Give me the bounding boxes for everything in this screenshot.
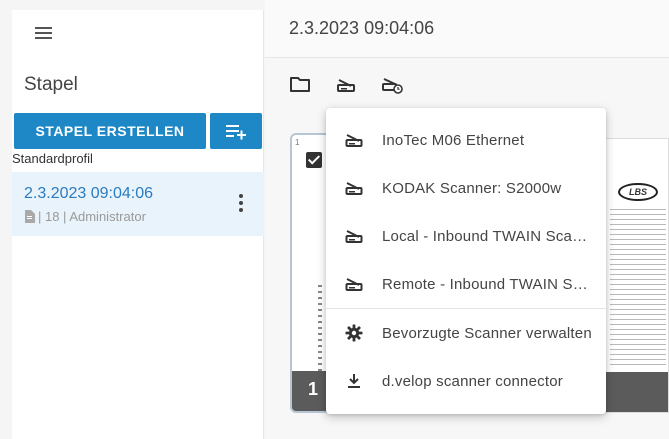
scanner-icon [345, 275, 363, 293]
scanner-icon [345, 227, 363, 245]
menu-item-label: Bevorzugte Scanner verwalten [382, 324, 592, 342]
download-icon [345, 372, 363, 390]
menu-item-label: Remote - Inbound TWAIN Scanner [382, 275, 594, 293]
document-icon [25, 210, 35, 223]
hamburger-icon[interactable] [33, 22, 55, 44]
scanner-icon [345, 179, 363, 197]
thumbnail-checkbox[interactable] [306, 152, 322, 168]
menu-item-scanner-kodak[interactable]: KODAK Scanner: S2000w [326, 164, 606, 212]
create-stack-button[interactable]: STAPEL ERSTELLEN [14, 113, 206, 149]
scanner-icon[interactable] [335, 74, 357, 94]
scanner-dropdown-menu: InoTec M06 Ethernet KODAK Scanner: S2000… [326, 108, 606, 414]
menu-item-scanner-inotec[interactable]: InoTec M06 Ethernet [326, 116, 606, 164]
profile-label: Standardprofil [12, 151, 93, 166]
scanner-clock-icon[interactable] [381, 74, 403, 94]
toolbar [289, 74, 403, 94]
app-window: Stapel STAPEL ERSTELLEN Standardprofil 2… [0, 0, 669, 439]
more-vert-icon[interactable] [238, 194, 244, 214]
menu-item-scanner-connector[interactable]: d.velop scanner connector [326, 357, 606, 405]
stack-meta: | 18 | Administrator [24, 209, 146, 224]
stack-meta-text: | 18 | Administrator [38, 209, 146, 224]
menu-item-label: d.velop scanner connector [382, 372, 563, 390]
gear-icon [345, 324, 363, 342]
sidebar-title: Stapel [24, 74, 78, 95]
menu-item-scanner-remote-twain[interactable]: Remote - Inbound TWAIN Scanner [326, 260, 606, 308]
thumbnail-content [610, 209, 666, 369]
thumbnail-content [318, 285, 322, 385]
menu-item-scanner-local-twain[interactable]: Local - Inbound TWAIN Scanner [326, 212, 606, 260]
thumbnail-index-small: 1 [295, 138, 300, 147]
thumbnail-footer [606, 372, 668, 412]
sidebar: Stapel STAPEL ERSTELLEN Standardprofil 2… [12, 10, 264, 439]
menu-item-manage-scanners[interactable]: Bevorzugte Scanner verwalten [326, 309, 606, 357]
thumbnail-number: 1 [308, 379, 319, 399]
playlist-add-icon[interactable] [210, 113, 262, 149]
menu-item-label: Local - Inbound TWAIN Scanner [382, 227, 594, 245]
stack-date: 2.3.2023 09:04:06 [24, 185, 154, 202]
page-title: 2.3.2023 09:04:06 [289, 18, 435, 38]
main-header: 2.3.2023 09:04:06 [265, 0, 669, 58]
menu-item-label: KODAK Scanner: S2000w [382, 179, 562, 197]
scanner-icon [345, 131, 363, 149]
page-thumbnail[interactable]: LBS [605, 138, 669, 413]
menu-item-label: InoTec M06 Ethernet [382, 131, 525, 149]
folder-icon[interactable] [289, 74, 311, 94]
stack-list-item[interactable]: 2.3.2023 09:04:06 | 18 | Administrator [12, 172, 264, 236]
document-logo: LBS [618, 183, 658, 201]
